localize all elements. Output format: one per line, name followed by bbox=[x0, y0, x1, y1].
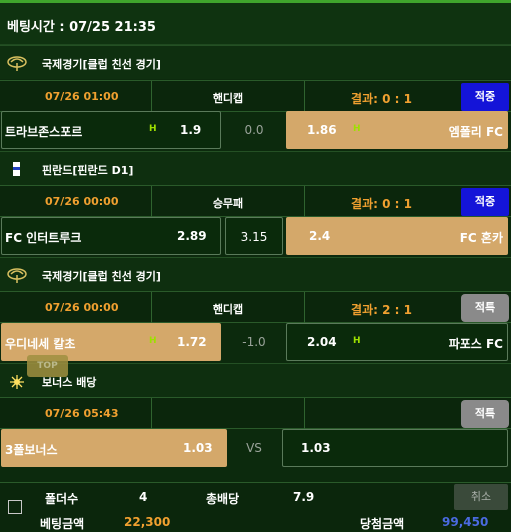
game-date: 07/26 00:00 bbox=[45, 195, 119, 208]
league-row: 국제경기[클럽 친선 경기] bbox=[0, 257, 511, 291]
vs-label: VS bbox=[246, 441, 262, 455]
status-badge: 적특 bbox=[461, 400, 509, 428]
away-team-name: 파포스 FC bbox=[448, 337, 503, 351]
game-date: 07/26 00:00 bbox=[45, 301, 119, 314]
home-odds: 1.72 bbox=[177, 335, 207, 349]
bonus-odds-cell[interactable]: 3폴보너스 1.03 bbox=[1, 429, 227, 467]
bet-summary-footer: 폴더수 4 총배당 7.9 베팅금액 22,300 당첨금액 99,450 bbox=[0, 482, 511, 531]
league-label: 국제경기[클럽 친선 경기] bbox=[42, 58, 161, 71]
home-odds-cell[interactable]: FC 인터트루크 2.89 bbox=[1, 217, 221, 255]
game-info-row: 07/26 01:00 핸디캡 결과: 0 : 1 적중 bbox=[0, 80, 511, 113]
away-odds: 2.04 bbox=[307, 335, 337, 349]
bonus-odds-cell[interactable]: 1.03 bbox=[282, 429, 508, 467]
handicap-marker: H bbox=[149, 124, 157, 134]
bonus-sparkle-icon bbox=[10, 375, 24, 389]
home-team-name: FC 인터트루크 bbox=[5, 231, 82, 245]
globe-icon bbox=[7, 56, 27, 71]
away-team-name: 엠폴리 FC bbox=[448, 125, 503, 139]
bet-type: 핸디캡 bbox=[212, 92, 244, 105]
game-result: 결과: 2 : 1 bbox=[351, 303, 412, 317]
game-date: 07/26 05:43 bbox=[45, 407, 119, 420]
status-badge: 적중 bbox=[461, 188, 509, 216]
status-badge: 적중 bbox=[461, 83, 509, 111]
away-odds: 2.4 bbox=[309, 229, 331, 243]
draw-odds-cell[interactable]: 3.15 bbox=[225, 217, 283, 255]
league-label: 국제경기[클럽 친선 경기] bbox=[42, 270, 161, 283]
finland-flag-icon bbox=[13, 162, 20, 176]
handicap-marker: H bbox=[353, 336, 361, 346]
bet-type: 핸디캡 bbox=[212, 303, 244, 316]
bet-amount-value: 22,300 bbox=[124, 515, 171, 529]
bonus-name: 3폴보너스 bbox=[5, 443, 58, 457]
bet-amount-label: 베팅금액 bbox=[40, 517, 85, 531]
game-result: 결과: 0 : 1 bbox=[351, 197, 412, 211]
bet-type: 승무패 bbox=[212, 197, 244, 210]
home-team-name: 우디네세 칼초 bbox=[5, 337, 76, 351]
bet-time-text: 베팅시간 : 07/25 21:35 bbox=[7, 20, 156, 35]
cancel-button[interactable]: 취소 bbox=[454, 484, 508, 510]
home-odds-cell[interactable]: 트라브존스포르 H 1.9 bbox=[1, 111, 221, 149]
game-info-row: 07/26 00:00 핸디캡 결과: 2 : 1 적특 bbox=[0, 291, 511, 324]
game-info-row: 07/26 05:43 적특 bbox=[0, 397, 511, 430]
game-info-row: 07/26 00:00 승무패 결과: 0 : 1 적중 bbox=[0, 185, 511, 218]
game-result: 결과: 0 : 1 bbox=[351, 92, 412, 106]
away-odds-cell[interactable]: 2.4 FC 혼카 bbox=[286, 217, 508, 255]
folder-count-label: 폴더수 bbox=[45, 492, 79, 506]
home-odds: 1.9 bbox=[180, 123, 202, 137]
league-row: 보너스 배당 bbox=[0, 363, 511, 397]
bonus-odds: 1.03 bbox=[183, 441, 213, 455]
handicap-value: 0.0 bbox=[244, 123, 264, 137]
game-date: 07/26 01:00 bbox=[45, 90, 119, 103]
bonus-odds: 1.03 bbox=[301, 441, 331, 455]
win-amount-value: 99,450 bbox=[442, 515, 489, 529]
away-odds-cell[interactable]: 2.04 H 파포스 FC bbox=[286, 323, 508, 361]
total-odds-label: 총배당 bbox=[206, 492, 240, 506]
league-row: 국제경기[클럽 친선 경기] bbox=[0, 45, 511, 79]
handicap-marker: H bbox=[149, 336, 157, 346]
league-label: 핀란드[핀란드 D1] bbox=[42, 164, 134, 177]
select-checkbox[interactable] bbox=[8, 500, 22, 514]
away-odds-cell[interactable]: 1.86 H 엠폴리 FC bbox=[286, 111, 508, 149]
status-badge: 적특 bbox=[461, 294, 509, 322]
scroll-top-button[interactable]: TOP bbox=[27, 355, 68, 377]
total-odds-value: 7.9 bbox=[293, 490, 315, 504]
globe-icon bbox=[7, 268, 27, 283]
home-odds: 2.89 bbox=[177, 229, 207, 243]
handicap-marker: H bbox=[353, 124, 361, 134]
folder-count-value: 4 bbox=[139, 490, 148, 504]
away-odds: 1.86 bbox=[307, 123, 337, 137]
bet-time-header: 베팅시간 : 07/25 21:35 bbox=[0, 3, 511, 45]
home-team-name: 트라브존스포르 bbox=[5, 125, 83, 139]
handicap-value: -1.0 bbox=[242, 335, 266, 349]
league-row: 핀란드[핀란드 D1] bbox=[0, 151, 511, 185]
win-amount-label: 당첨금액 bbox=[360, 517, 405, 531]
away-team-name: FC 혼카 bbox=[459, 231, 503, 245]
